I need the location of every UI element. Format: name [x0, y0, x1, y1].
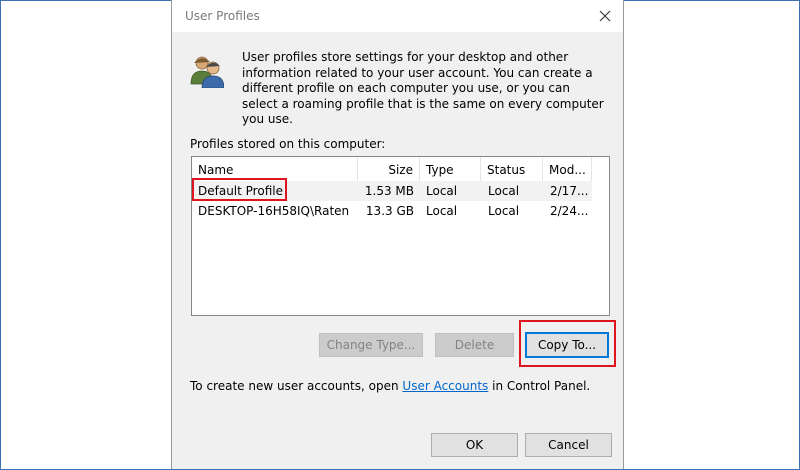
delete-button[interactable]: Delete [435, 333, 514, 357]
default-profile-highlight [192, 178, 287, 201]
users-icon [190, 56, 224, 88]
ok-button[interactable]: OK [431, 433, 518, 457]
footer-text: To create new user accounts, open User A… [190, 379, 590, 393]
footer-prefix: To create new user accounts, open [190, 379, 403, 393]
user-profiles-dialog: User Profiles User profiles store settin… [171, 0, 624, 469]
cell-type: Local [426, 204, 458, 218]
cell-status: Local [488, 204, 520, 218]
dialog-title: User Profiles [185, 9, 260, 23]
cell-status: Local [488, 184, 520, 198]
cell-modified: 2/17... [550, 184, 589, 198]
profile-description: User profiles store settings for your de… [242, 50, 604, 126]
column-header-type[interactable]: Type [420, 157, 481, 181]
profiles-list-label: Profiles stored on this computer: [190, 137, 386, 151]
change-type-button[interactable]: Change Type... [319, 333, 423, 357]
column-header-status[interactable]: Status [481, 157, 543, 181]
column-header-modified[interactable]: Mod... [543, 157, 592, 181]
title-bar: User Profiles [172, 0, 623, 32]
copy-to-highlight [519, 320, 616, 367]
close-icon [599, 10, 611, 22]
cancel-button[interactable]: Cancel [525, 433, 612, 457]
close-button[interactable] [587, 0, 623, 32]
user-accounts-link[interactable]: User Accounts [402, 379, 488, 393]
cell-name: DESKTOP-16H58IQ\Raten [198, 204, 350, 218]
column-header-size[interactable]: Size [358, 157, 420, 181]
table-row[interactable]: DESKTOP-16H58IQ\Raten 13.3 GB Local Loca… [192, 201, 592, 221]
footer-suffix: in Control Panel. [488, 379, 591, 393]
cell-size: 1.53 MB [364, 184, 414, 198]
cell-modified: 2/24... [550, 204, 589, 218]
cell-type: Local [426, 184, 458, 198]
cell-size: 13.3 GB [365, 204, 414, 218]
